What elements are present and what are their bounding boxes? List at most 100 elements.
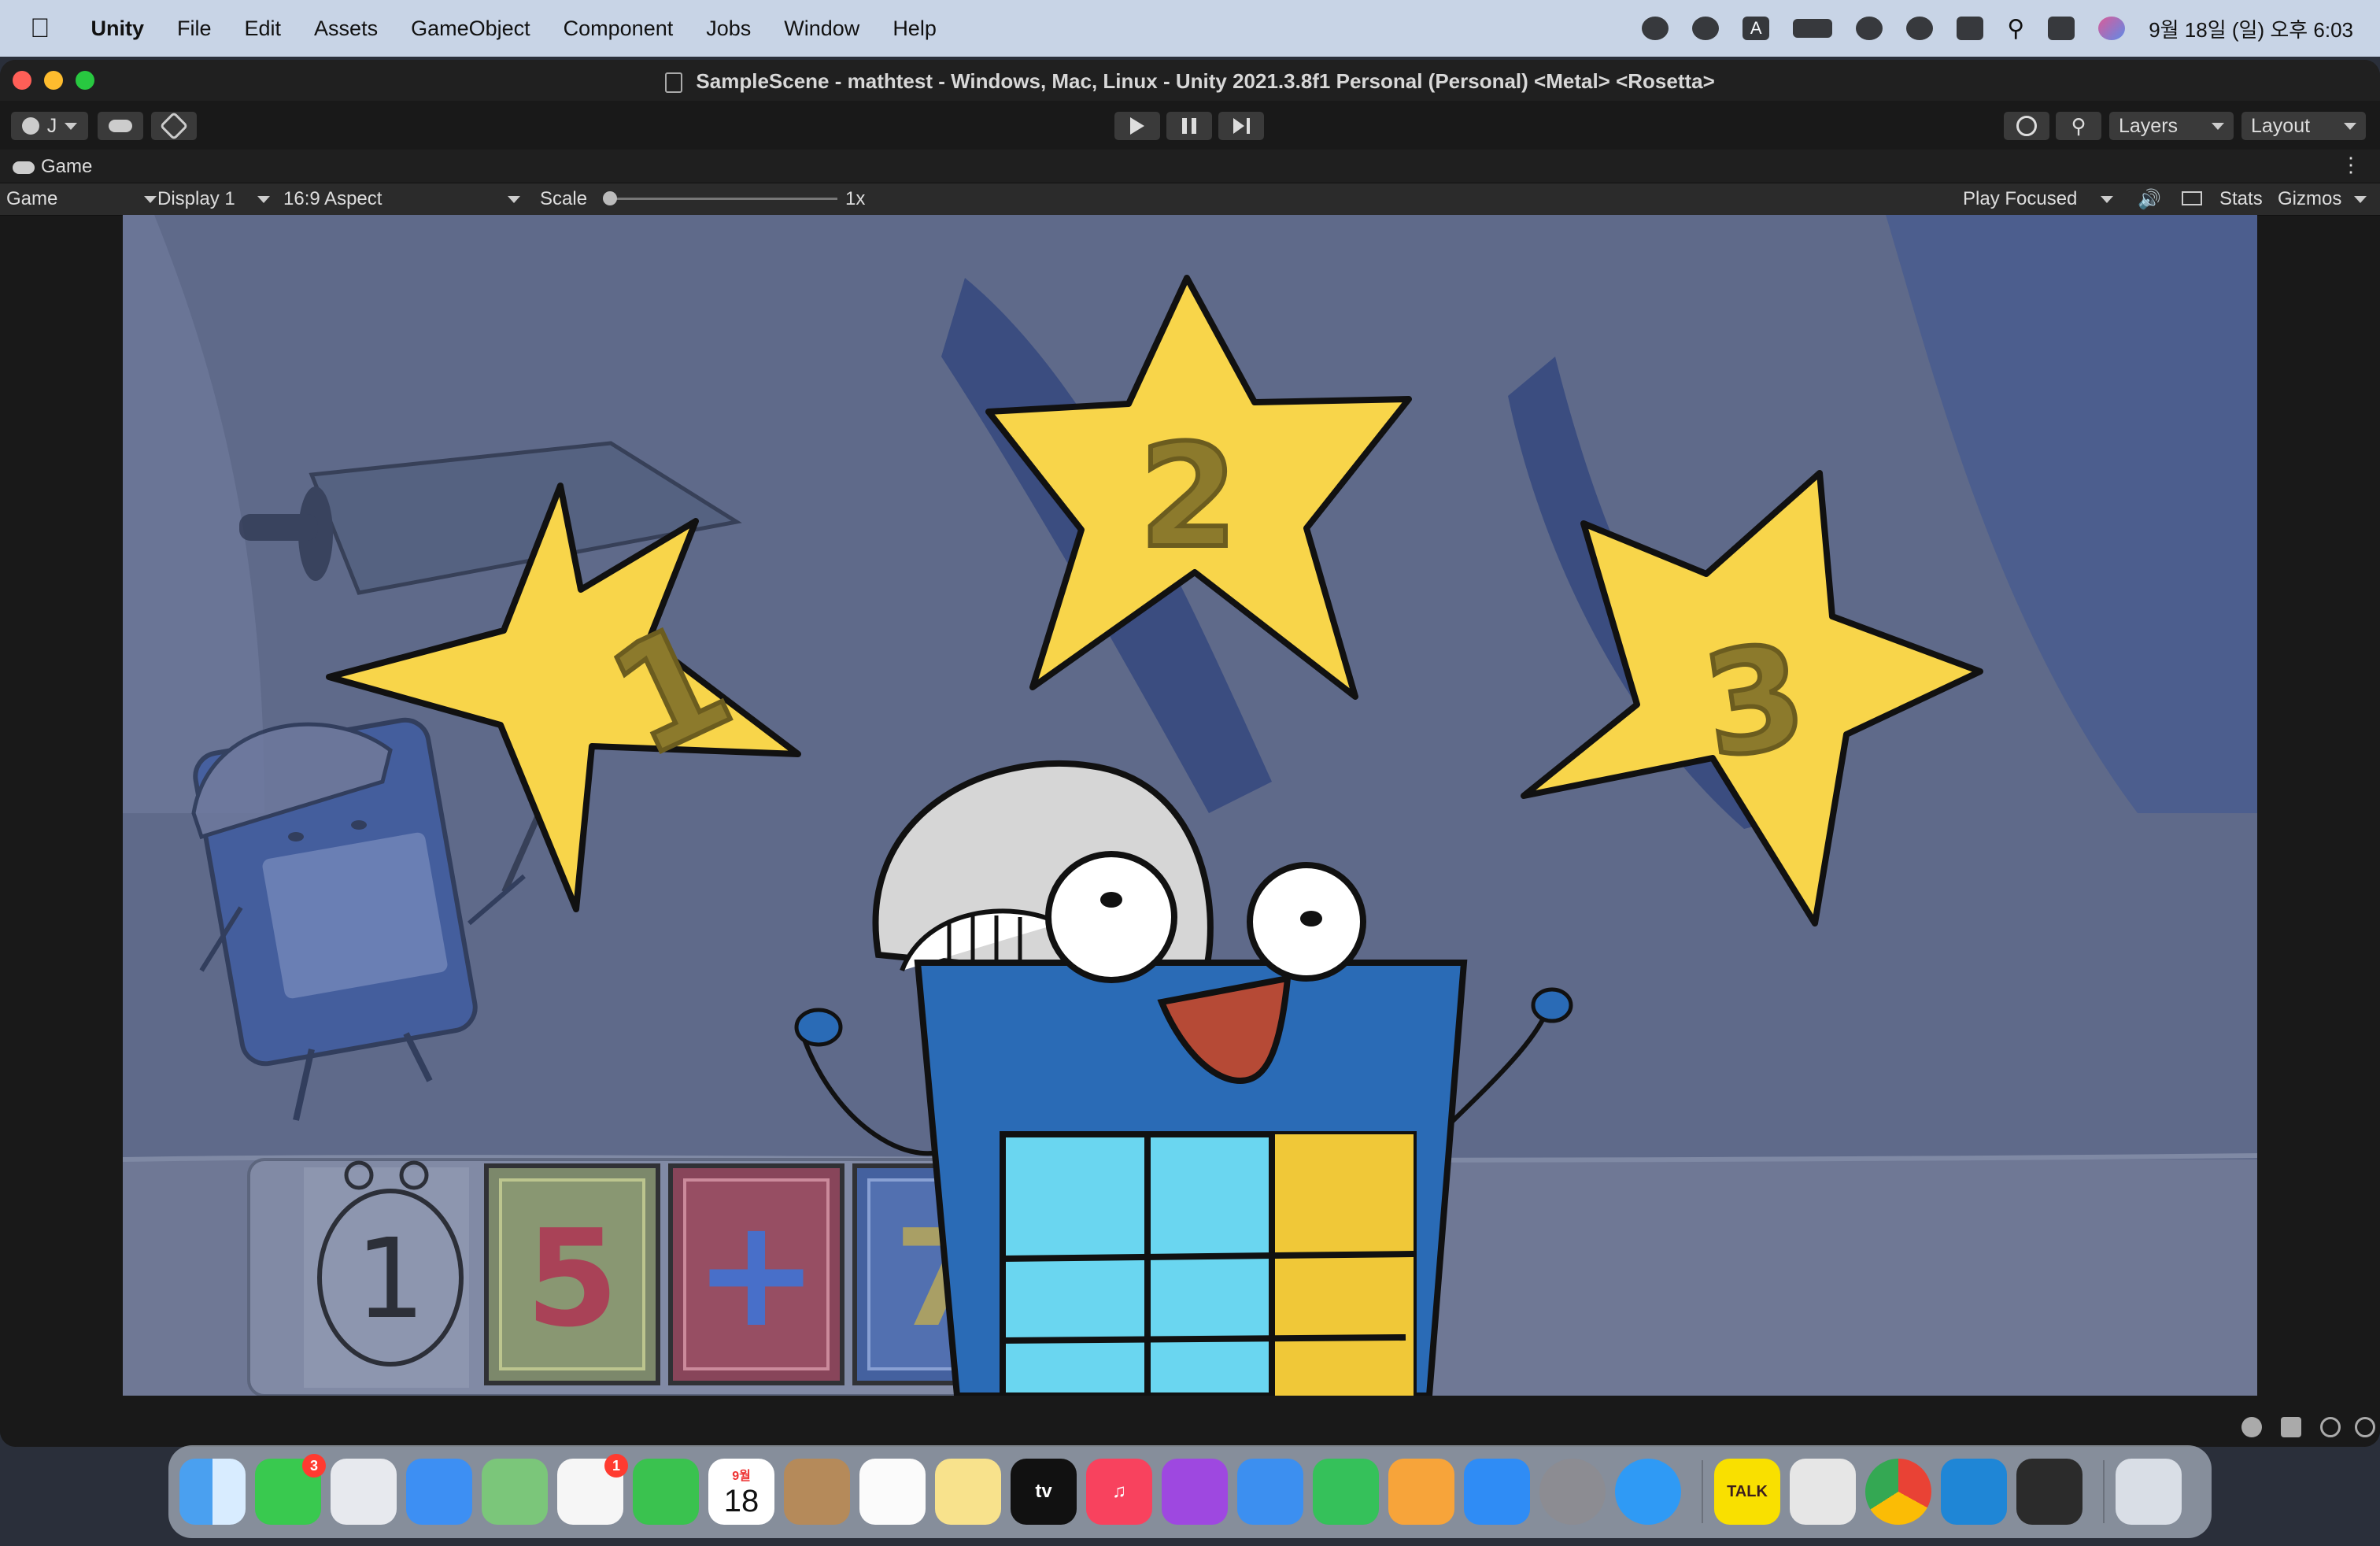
tab-game[interactable]: Game [13,156,92,178]
gamepad-icon [13,161,35,174]
wifi-icon[interactable] [1856,17,1883,40]
photos-badge: 1 [604,1454,628,1478]
dock-reminders-icon[interactable] [859,1459,926,1525]
collab-button[interactable] [151,111,197,141]
menu-app-name[interactable]: Unity [91,17,145,41]
unity-status-bar [0,1406,2380,1447]
dock-facetime-icon[interactable] [633,1459,699,1525]
panel-number: 1 [355,1215,425,1344]
search-icon: ⚲ [2071,113,2086,138]
menu-file[interactable]: File [177,17,212,41]
pause-button[interactable] [1166,112,1212,140]
account-dropdown[interactable]: J [11,112,88,140]
pause-icon [1182,118,1196,134]
dock-trash-icon[interactable] [2116,1459,2182,1525]
stats-button[interactable]: Stats [2219,188,2263,210]
auto-generate-lighting-icon[interactable] [2320,1417,2341,1437]
now-playing-icon[interactable] [1906,17,1934,40]
play-button[interactable] [1114,112,1160,140]
scale-value: 1x [845,188,866,209]
dock-mail-icon[interactable] [406,1459,472,1525]
cloud-button[interactable] [98,112,143,140]
menu-bar:  Unity File Edit Assets GameObject Comp… [0,0,2380,57]
dock-notes-icon[interactable] [935,1459,1001,1525]
display-select[interactable]: Display 1 [157,188,270,210]
stats-grid-icon[interactable] [2182,191,2202,205]
dock-kakaotalk-icon[interactable]: TALK [1714,1459,1780,1525]
gizmos-dropdown[interactable]: Gizmos [2278,188,2367,210]
search-button[interactable]: ⚲ [2056,112,2101,140]
dock-photos-icon[interactable]: 1 [557,1454,628,1525]
apple-menu-icon[interactable]:  [30,13,50,44]
menu-clock[interactable]: 9월 18일 (일) 오후 6:03 [2149,14,2353,43]
window-titlebar: SampleScene - mathtest - Windows, Mac, L… [0,60,2380,101]
dock-podcasts-icon[interactable] [1162,1459,1228,1525]
dock-keynote-icon[interactable] [1237,1459,1303,1525]
dock-music-icon[interactable]: ♫ [1086,1459,1152,1525]
equation-tile-2-text: + [693,1186,819,1360]
dock-app-store-icon[interactable] [1464,1459,1530,1525]
dock-chrome-icon[interactable] [1865,1459,1931,1525]
dock-messages-icon[interactable]: 3 [255,1454,326,1525]
unity-hub-status-icon[interactable] [1642,17,1669,40]
dock: 3 1 9월 18 tv ♫ TALK [168,1445,2212,1538]
game-viewport[interactable]: 1 2 3 1 5 + 7 [123,215,2257,1396]
calendar-day: 18 [723,1483,759,1518]
dock-numbers-icon[interactable] [1313,1459,1379,1525]
dock-launchpad-icon[interactable] [331,1459,397,1525]
dock-calendar-icon[interactable]: 9월 18 [708,1459,774,1525]
input-source-icon[interactable]: A [1743,17,1770,40]
cloud-icon [109,120,132,132]
equation-tile-2[interactable]: + [668,1163,844,1385]
dock-unity-hub-icon[interactable] [1790,1459,1856,1525]
collab-icon [159,111,189,141]
scale-slider[interactable] [603,191,837,205]
undo-history-button[interactable] [2004,112,2049,140]
spotlight-search-icon[interactable]: ⚲ [2007,15,2024,43]
cache-server-icon[interactable] [2281,1417,2301,1437]
menu-component[interactable]: Component [564,17,674,41]
menu-assets[interactable]: Assets [314,17,378,41]
aspect-select[interactable]: 16:9 Aspect [283,188,521,210]
dock-finder-icon[interactable] [179,1459,246,1525]
siri-icon[interactable] [2098,17,2126,40]
play-icon [1130,117,1144,135]
view-select[interactable]: Game [6,188,157,210]
window-title: SampleScene - mathtest - Windows, Mac, L… [0,69,2380,94]
dock-system-preferences-icon[interactable] [1539,1459,1606,1525]
debug-bug-icon[interactable] [2241,1417,2262,1437]
control-center-icon[interactable] [2048,17,2075,40]
step-button[interactable] [1218,112,1264,140]
menu-edit[interactable]: Edit [245,17,282,41]
game-view-toolbar: Game Display 1 16:9 Aspect Scale 1x Play… [0,183,2380,216]
dock-contacts-icon[interactable] [784,1459,850,1525]
game-tab-row: Game ⋮ [0,150,2380,183]
step-icon [1232,118,1244,134]
dock-unity-icon[interactable] [2016,1459,2082,1525]
mute-audio-icon[interactable]: 🔊 [2138,188,2161,211]
equation-tile-1[interactable]: 5 [484,1163,660,1385]
status-check-icon[interactable] [2355,1417,2375,1437]
star-2-number: 2 [1139,415,1237,579]
menu-window[interactable]: Window [784,17,859,41]
menu-gameobject[interactable]: GameObject [411,17,530,41]
answer-star-3[interactable]: 3 [1521,470,1983,926]
layout-dropdown[interactable]: Layout [2241,112,2366,140]
chat-status-icon[interactable] [1692,17,1720,40]
dock-safari-icon[interactable] [1615,1459,1681,1525]
dock-vscode-icon[interactable] [1941,1459,2007,1525]
dock-tv-icon[interactable]: tv [1011,1459,1077,1525]
layers-dropdown[interactable]: Layers [2109,112,2234,140]
dock-pages-icon[interactable] [1388,1459,1454,1525]
menu-jobs[interactable]: Jobs [706,17,751,41]
scene-file-icon [665,72,683,94]
menu-help[interactable]: Help [893,17,937,41]
display-icon[interactable] [1957,17,1984,40]
more-options-icon[interactable]: ⋮ [2341,153,2361,177]
scale-slider-handle[interactable] [603,191,617,205]
play-mode-select[interactable]: Play Focused [1963,188,2114,210]
calendar-month: 9월 [732,1469,751,1483]
dock-maps-icon[interactable] [482,1459,548,1525]
battery-icon[interactable] [1793,19,1833,38]
game-scene: 1 2 3 1 5 + 7 [123,215,2257,1396]
